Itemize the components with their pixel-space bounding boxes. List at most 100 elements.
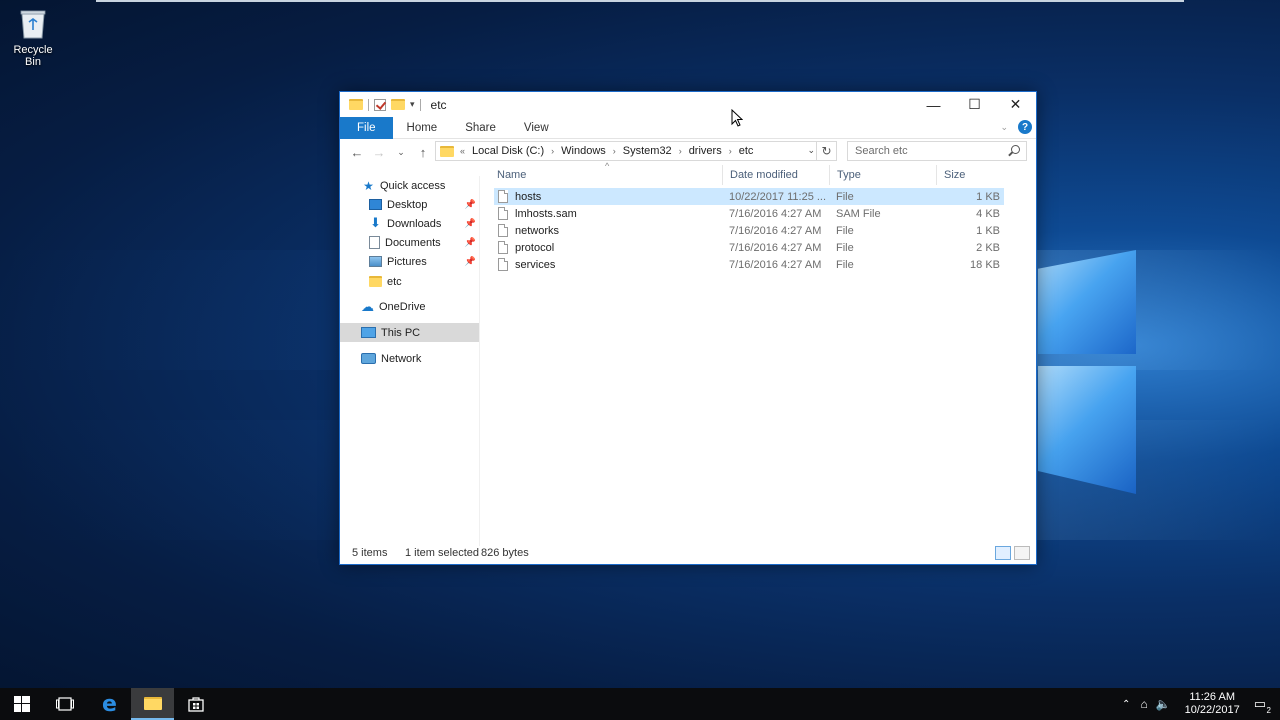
breadcrumb-windows[interactable]: Windows xyxy=(561,145,606,157)
top-window-edge xyxy=(96,0,1184,2)
column-header-type[interactable]: Type xyxy=(830,165,937,185)
window-title: etc xyxy=(430,97,447,112)
title-bar[interactable]: ▾ etc — ☐ ✕ xyxy=(340,92,1036,117)
address-bar[interactable]: « Local Disk (C:) › Windows › System32 ›… xyxy=(435,141,837,161)
file-date-modified: 7/16/2016 4:27 AM xyxy=(729,224,822,237)
sidebar-item-quick-access[interactable]: ★ Quick access xyxy=(340,176,479,195)
file-name: hosts xyxy=(515,190,542,203)
cloud-icon: ☁ xyxy=(361,298,374,314)
edge-browser-button[interactable]: e xyxy=(88,688,131,720)
star-icon: ★ xyxy=(363,178,374,193)
store-button[interactable] xyxy=(174,688,217,720)
quick-access-toolbar: ▾ xyxy=(340,98,421,111)
breadcrumb-separator-icon[interactable]: › xyxy=(613,146,616,156)
expand-ribbon-chevron-icon[interactable]: ⌄ xyxy=(1000,122,1008,133)
pin-icon[interactable]: 📌 xyxy=(465,237,476,248)
breadcrumb-local-disk[interactable]: Local Disk (C:) xyxy=(472,145,544,157)
recycle-bin-shortcut[interactable]: Recycle Bin xyxy=(4,6,62,68)
up-arrow-icon[interactable]: ↑ xyxy=(412,145,434,160)
file-date-modified: 7/16/2016 4:27 AM xyxy=(729,258,822,271)
search-input[interactable] xyxy=(848,145,998,157)
details-view-icon[interactable] xyxy=(995,546,1011,560)
file-date-modified: 7/16/2016 4:27 AM xyxy=(729,207,822,220)
file-row[interactable]: hosts 10/22/2017 11:25 ... File 1 KB xyxy=(494,188,1004,205)
address-history-chevron-icon[interactable]: ⌄ xyxy=(807,145,815,156)
status-item-count: 5 items xyxy=(352,547,388,559)
column-header-size[interactable]: Size xyxy=(937,165,1005,185)
file-date-modified: 7/16/2016 4:27 AM xyxy=(729,241,822,254)
column-headers: Name Date modified Type Size xyxy=(490,165,1036,185)
file-row[interactable]: services 7/16/2016 4:27 AM File 18 KB xyxy=(494,256,1004,273)
file-row[interactable]: lmhosts.sam 7/16/2016 4:27 AM SAM File 4… xyxy=(494,205,1004,222)
show-hidden-icons-chevron-icon[interactable]: ⌃ xyxy=(1122,699,1130,710)
breadcrumb-separator-icon[interactable]: › xyxy=(551,146,554,156)
recent-locations-chevron-icon[interactable]: ⌄ xyxy=(390,147,412,158)
tab-share[interactable]: Share xyxy=(451,117,510,139)
file-row[interactable]: networks 7/16/2016 4:27 AM File 1 KB xyxy=(494,222,1004,239)
column-header-name[interactable]: Name xyxy=(490,165,723,185)
navigation-pane: ★ Quick access Desktop 📌 ⬇ Downloads 📌 D… xyxy=(340,176,480,546)
computer-icon xyxy=(361,327,376,338)
clock[interactable]: 11:26 AM 10/22/2017 xyxy=(1185,691,1240,717)
refresh-icon[interactable]: ↻ xyxy=(816,142,836,160)
properties-icon[interactable] xyxy=(374,98,386,111)
sidebar-item-etc[interactable]: etc xyxy=(340,272,479,291)
breadcrumb-system32[interactable]: System32 xyxy=(623,145,672,157)
notification-count-badge: 2 xyxy=(1266,706,1271,715)
breadcrumb-overflow-icon[interactable]: « xyxy=(460,146,465,156)
breadcrumb-separator-icon[interactable]: › xyxy=(729,146,732,156)
pin-icon[interactable]: 📌 xyxy=(465,199,476,210)
file-size: 2 KB xyxy=(976,241,1000,254)
file-type: File xyxy=(836,224,854,237)
start-button[interactable] xyxy=(0,688,43,720)
new-folder-icon[interactable] xyxy=(391,99,405,110)
file-name: services xyxy=(515,258,556,271)
breadcrumb-etc[interactable]: etc xyxy=(739,145,754,157)
toolbar-separator xyxy=(419,98,421,111)
sidebar-item-documents[interactable]: Documents 📌 xyxy=(340,233,479,252)
file-row[interactable]: protocol 7/16/2016 4:27 AM File 2 KB xyxy=(494,239,1004,256)
maximize-button[interactable]: ☐ xyxy=(954,92,995,117)
sidebar-item-label: Downloads xyxy=(387,217,442,230)
column-header-date-modified[interactable]: Date modified xyxy=(723,165,830,185)
pin-icon[interactable]: 📌 xyxy=(465,256,476,267)
volume-icon[interactable]: 🔈 xyxy=(1156,697,1171,711)
sidebar-item-network[interactable]: Network xyxy=(340,349,479,368)
task-view-icon xyxy=(55,697,74,711)
large-icons-view-icon[interactable] xyxy=(1014,546,1030,560)
file-type: File xyxy=(836,241,854,254)
status-selection-size: 826 bytes xyxy=(481,547,529,559)
file-icon xyxy=(498,258,508,271)
sidebar-item-label: OneDrive xyxy=(379,300,426,313)
customize-toolbar-icon[interactable]: ▾ xyxy=(410,99,415,110)
search-box[interactable] xyxy=(847,141,1027,161)
ribbon-tabs: File Home Share View ⌄ ? xyxy=(340,116,1036,139)
breadcrumb-separator-icon[interactable]: › xyxy=(679,146,682,156)
breadcrumb-drivers[interactable]: drivers xyxy=(689,145,722,157)
sidebar-item-desktop[interactable]: Desktop 📌 xyxy=(340,195,479,214)
sidebar-item-onedrive[interactable]: ☁ OneDrive xyxy=(340,297,479,316)
file-list: ^ Name Date modified Type Size hosts 10/… xyxy=(490,161,1036,545)
folder-icon xyxy=(440,145,454,157)
tab-file[interactable]: File xyxy=(340,116,393,139)
file-explorer-window[interactable]: ▾ etc — ☐ ✕ File Home Share View ⌄ ? ← →… xyxy=(339,91,1037,565)
close-button[interactable]: ✕ xyxy=(995,92,1036,117)
sidebar-item-downloads[interactable]: ⬇ Downloads 📌 xyxy=(340,214,479,233)
forward-arrow-icon[interactable]: → xyxy=(368,145,390,160)
sidebar-item-pictures[interactable]: Pictures 📌 xyxy=(340,252,479,271)
search-icon[interactable] xyxy=(1011,145,1020,154)
sidebar-item-this-pc[interactable]: This PC xyxy=(340,323,479,342)
action-center-icon[interactable]: ▭ 2 xyxy=(1254,696,1271,715)
edge-icon: e xyxy=(102,691,117,717)
tab-home[interactable]: Home xyxy=(393,117,452,139)
pin-icon[interactable]: 📌 xyxy=(465,218,476,229)
file-explorer-taskbar-button[interactable] xyxy=(131,688,174,720)
minimize-button[interactable]: — xyxy=(913,92,954,117)
tab-view[interactable]: View xyxy=(510,117,563,139)
file-size: 4 KB xyxy=(976,207,1000,220)
file-size: 1 KB xyxy=(976,224,1000,237)
help-icon[interactable]: ? xyxy=(1018,120,1032,134)
back-arrow-icon[interactable]: ← xyxy=(346,145,368,160)
network-status-icon[interactable]: ⌂ xyxy=(1140,697,1147,711)
task-view-button[interactable] xyxy=(43,688,86,720)
